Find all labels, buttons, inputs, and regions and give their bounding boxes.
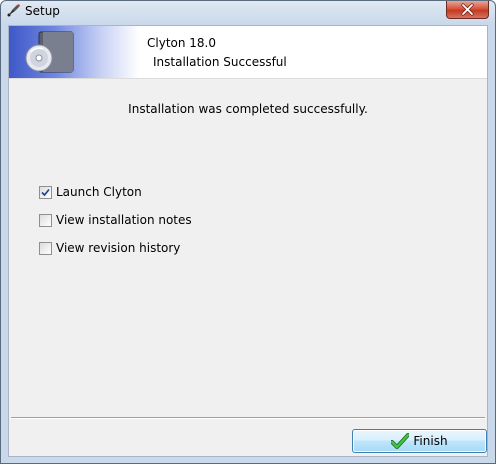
checkbox[interactable] — [39, 241, 52, 255]
close-icon — [447, 1, 488, 18]
launch-app-checkbox[interactable]: Launch Clyton — [39, 184, 142, 200]
dialog-body: Clyton 18.0 Installation Successful Inst… — [8, 25, 488, 457]
checkbox[interactable] — [39, 185, 52, 199]
title-bar[interactable]: Setup — [1, 1, 495, 21]
window-title: Setup — [25, 4, 60, 18]
footer-divider — [11, 417, 485, 419]
checkbox[interactable] — [39, 213, 52, 227]
option-label: View installation notes — [56, 213, 192, 227]
view-history-checkbox[interactable]: View revision history — [39, 240, 180, 256]
close-button[interactable] — [446, 1, 489, 19]
completion-message: Installation was completed successfully. — [128, 102, 368, 116]
setup-window: Setup Clyton 18.0 Installation Successfu… — [0, 0, 496, 464]
view-notes-checkbox[interactable]: View installation notes — [39, 212, 192, 228]
wizard-header: Clyton 18.0 Installation Successful — [9, 26, 487, 79]
setup-icon — [5, 3, 21, 19]
checkmark-icon — [390, 433, 411, 449]
checkmark-icon — [41, 188, 50, 196]
option-label: View revision history — [56, 241, 181, 255]
option-label: Launch Clyton — [56, 185, 142, 199]
finish-label: Finish — [413, 434, 448, 448]
header-banner — [9, 26, 139, 78]
product-title: Clyton 18.0 — [147, 36, 216, 50]
disc-box-icon — [25, 31, 74, 73]
finish-button[interactable]: Finish — [352, 429, 487, 453]
page-subtitle: Installation Successful — [153, 55, 287, 69]
